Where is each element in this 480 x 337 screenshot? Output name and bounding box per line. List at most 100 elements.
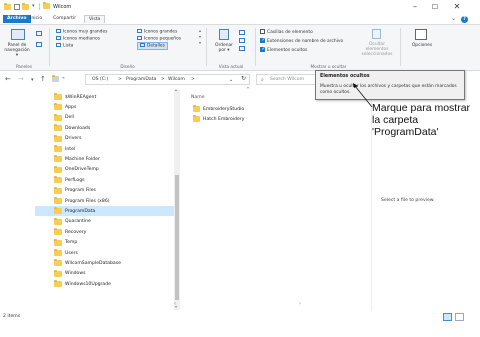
sidebar-item[interactable]: Quarantine (37, 217, 178, 227)
sort-by-button[interactable]: Ordenar por ▾ (210, 43, 238, 53)
hidden-items-tooltip: Elementos ocultos Muestra u ocultar los … (315, 70, 465, 100)
layout-details[interactable]: Detalles (137, 42, 168, 50)
large-icons-view-button[interactable] (455, 313, 464, 321)
sidebar-item[interactable]: Dell (37, 113, 178, 123)
sidebar-item[interactable]: PerfLogs (37, 175, 178, 185)
details-view-button[interactable] (443, 313, 452, 321)
item-name: EmbroideryStudio (203, 106, 245, 112)
divider (39, 3, 40, 10)
sidebar-item-label: $WinREAgent (65, 94, 97, 100)
sidebar-item-label: Temp (65, 240, 78, 246)
quick-access-dropdown-icon[interactable]: ▾ (32, 3, 35, 9)
tab-share[interactable]: Compartir (49, 15, 80, 23)
sidebar-item[interactable]: Intel (37, 144, 178, 154)
nav-scrollbar-thumb[interactable] (175, 175, 179, 300)
options-button[interactable]: Opciones (409, 43, 435, 48)
folder-icon (54, 280, 62, 288)
navigation-pane-icon (11, 29, 25, 40)
sidebar-item[interactable]: Downloads (37, 123, 178, 133)
navigation-pane-button[interactable]: Panel de navegación ▾ (3, 43, 31, 58)
layout-scroll-icon[interactable]: ▴ ▾ ▾ (199, 28, 201, 46)
breadcrumb-programdata[interactable]: ProgramData (126, 77, 156, 82)
sidebar-item[interactable]: $WinREAgent (37, 92, 178, 102)
recent-locations-icon[interactable]: ▾ (31, 77, 34, 83)
sidebar-item-label: Users (65, 250, 78, 256)
preview-pane-icon[interactable] (36, 31, 42, 36)
folder-icon (4, 3, 11, 10)
item-checkboxes-toggle[interactable]: Casillas de elemento (260, 29, 313, 35)
layout-list[interactable]: Lista (56, 43, 73, 49)
folder-icon (54, 165, 62, 173)
breadcrumb-wilcom[interactable]: Wilcom (168, 77, 185, 82)
breadcrumb[interactable]: OS (C:) > ProgramData > Wilcom > ⌄ ↻ (85, 74, 250, 85)
help-icon[interactable]: ? (461, 16, 468, 23)
sidebar-item[interactable]: Program Files (37, 186, 178, 196)
breadcrumb-root-chevron-icon[interactable]: « (62, 76, 65, 81)
details-pane-icon[interactable] (36, 42, 42, 47)
item-name: Hatch Embroidery (203, 116, 245, 122)
list-item[interactable]: EmbroideryStudio (191, 104, 311, 114)
tab-home[interactable]: Inicio (26, 15, 46, 23)
list-item[interactable]: Hatch Embroidery (191, 114, 311, 124)
column-header-name[interactable]: Name (191, 95, 205, 100)
add-columns-icon[interactable] (239, 38, 245, 43)
maximize-button[interactable]: ☐ (428, 2, 442, 12)
sidebar-item[interactable]: Drivers (37, 134, 178, 144)
forward-arrow-icon[interactable]: → (18, 75, 24, 83)
refresh-icon[interactable]: ↻ (241, 75, 246, 82)
ribbon: Panel de navegación ▾ Paneles Iconos muy… (0, 24, 480, 71)
sidebar-item[interactable]: OneDriveTemp (37, 165, 178, 175)
new-folder-icon[interactable] (22, 3, 29, 10)
sidebar-item[interactable]: Users (37, 248, 178, 258)
layout-medium-icons[interactable]: Iconos medianos (56, 36, 100, 42)
search-icon: ⌕ (261, 77, 264, 83)
up-arrow-icon[interactable]: ↑ (40, 75, 46, 83)
layout-small-icons[interactable]: Iconos pequeños (137, 36, 181, 42)
properties-icon[interactable] (14, 4, 20, 10)
divider (255, 28, 256, 66)
group-by-icon[interactable] (239, 30, 245, 35)
back-arrow-icon[interactable]: ← (5, 75, 11, 83)
sidebar-item[interactable]: Windows (37, 269, 178, 279)
hide-selected-button[interactable]: Ocultar elementos seleccionados (357, 42, 397, 57)
sidebar-item[interactable]: ProgramData (35, 206, 180, 217)
sidebar-item[interactable]: Recovery (37, 227, 178, 237)
file-extensions-toggle[interactable]: Extensiones de nombre de archivo (260, 37, 343, 44)
minimize-button[interactable]: – (408, 2, 422, 12)
divider (400, 28, 401, 66)
address-dropdown-icon[interactable]: ⌄ (229, 77, 233, 83)
panes-group-label: Paneles (15, 64, 33, 69)
folder-icon (193, 105, 200, 112)
sidebar-item[interactable]: Apps (37, 102, 178, 112)
hidden-items-toggle[interactable]: Elementos ocultos (260, 46, 307, 53)
folder-icon (54, 93, 62, 100)
layout-extra-large-icons[interactable]: Iconos muy grandes (56, 29, 107, 35)
sidebar-item-label: Recovery (65, 229, 87, 235)
sidebar-item[interactable]: Temp (37, 238, 178, 248)
sidebar-item[interactable]: Program Files (x86) (37, 196, 178, 206)
horizontal-scrollbar[interactable]: ‹ › (174, 301, 311, 307)
sidebar-item-label: Drivers (65, 136, 82, 142)
collapse-ribbon-icon[interactable]: ⌄ (451, 15, 456, 22)
folder-icon (54, 134, 62, 142)
scroll-right-icon[interactable]: › (299, 301, 301, 307)
close-button[interactable]: ✕ (450, 2, 464, 12)
sort-ascending-icon: ^ (246, 87, 251, 93)
scroll-up-icon[interactable]: ▴ (175, 87, 177, 92)
scroll-left-icon[interactable]: ‹ (174, 301, 176, 307)
folder-icon (54, 228, 62, 236)
current-view-group-label: Vista actual (218, 64, 244, 69)
folder-icon (43, 2, 50, 9)
drive-icon (52, 75, 59, 82)
layout-large-icons[interactable]: Iconos grandes (137, 29, 177, 35)
breadcrumb-drive[interactable]: OS (C:) (92, 77, 108, 82)
sidebar-item-label: Program Files (65, 188, 96, 194)
sidebar-item[interactable]: Windows10Upgrade (37, 279, 178, 289)
folder-icon (54, 186, 62, 194)
size-columns-icon[interactable] (239, 46, 245, 51)
folder-icon (193, 115, 200, 122)
sidebar-item-label: Dell (65, 115, 74, 121)
sidebar-item[interactable]: WilcomSampleDatabase (37, 258, 178, 268)
sidebar-item[interactable]: Machine Folder (37, 154, 178, 164)
tab-view[interactable]: Vista (84, 15, 106, 23)
